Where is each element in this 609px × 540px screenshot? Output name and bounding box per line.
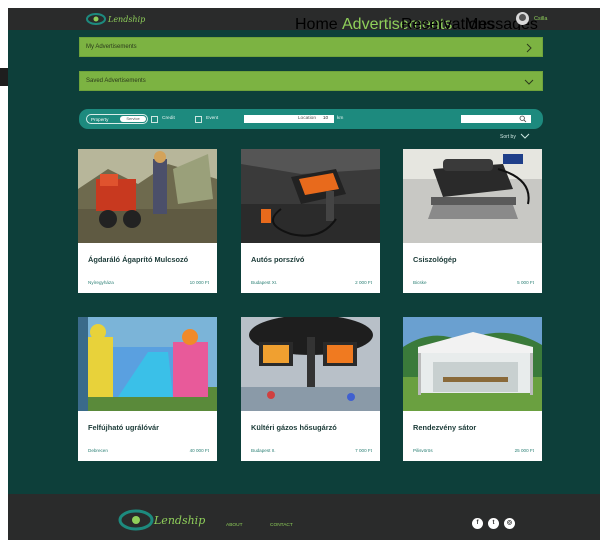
listing-title[interactable]: Felfújható ugrálóvár bbox=[88, 423, 159, 432]
twitter-icon[interactable]: t bbox=[488, 518, 499, 529]
footer-link-about[interactable]: ABOUT bbox=[226, 523, 243, 528]
listing-city: Debrecen bbox=[88, 448, 108, 453]
my-advertisements-label: My Advertisements bbox=[86, 44, 137, 50]
lendship-logo-icon bbox=[86, 13, 106, 25]
listing-city: Budapest II. bbox=[251, 448, 276, 453]
search-icon[interactable] bbox=[519, 115, 527, 123]
property-service-toggle[interactable]: Property Service bbox=[86, 114, 148, 124]
instagram-icon[interactable]: ◎ bbox=[504, 518, 515, 529]
footer-link-contact[interactable]: CONTACT bbox=[270, 523, 293, 528]
footer: Lendship ABOUT CONTACT f t ◎ bbox=[8, 494, 600, 540]
listing-price: 10 000 Ft bbox=[189, 280, 209, 285]
credit-label: Credit bbox=[162, 116, 175, 121]
search-input[interactable] bbox=[461, 115, 531, 123]
credit-checkbox[interactable] bbox=[151, 116, 158, 123]
listing-city: Nyíregyháza bbox=[88, 280, 114, 285]
listing-price: 40 000 Ft bbox=[189, 448, 209, 453]
listing-image-patio-heater[interactable] bbox=[241, 317, 380, 411]
location-input[interactable]: Location bbox=[244, 115, 319, 123]
facebook-icon[interactable]: f bbox=[472, 518, 483, 529]
listing-title[interactable]: Kültéri gázos hősugárzó bbox=[251, 423, 337, 432]
listing-card[interactable]: Ágdaráló Ágaprító Mulcsozó Nyíregyháza 1… bbox=[78, 149, 217, 293]
km-input[interactable]: 10 bbox=[317, 115, 334, 123]
header-logo[interactable]: Lendship bbox=[86, 9, 145, 29]
my-advertisements-bar[interactable]: My Advertisements bbox=[79, 37, 543, 57]
listing-title[interactable]: Autós porszívó bbox=[251, 255, 304, 264]
chevron-down-icon bbox=[524, 79, 534, 85]
listing-card[interactable]: Felfújható ugrálóvár Debrecen 40 000 Ft bbox=[78, 317, 217, 461]
listing-image-car-vacuum[interactable] bbox=[241, 149, 380, 243]
listing-title[interactable]: Ágdaráló Ágaprító Mulcsozó bbox=[88, 255, 188, 264]
listing-city: Bicske bbox=[413, 280, 427, 285]
listing-image-bouncy-castle[interactable] bbox=[78, 317, 217, 411]
toggle-property[interactable]: Property bbox=[91, 117, 108, 122]
listing-price: 25 000 Ft bbox=[514, 448, 534, 453]
top-navigation-bar: Lendship Home Advertisements Reservation… bbox=[8, 8, 600, 33]
event-label: Event bbox=[206, 116, 219, 121]
listing-card[interactable]: Autós porszívó Budapest XI. 2 000 Ft bbox=[241, 149, 380, 293]
toggle-service[interactable]: Service bbox=[120, 116, 146, 122]
listing-card[interactable]: Csiszológép Bicske 5 000 Ft bbox=[403, 149, 542, 293]
listing-price: 5 000 Ft bbox=[517, 280, 534, 285]
chevron-right-icon bbox=[526, 43, 532, 53]
sort-chevron-down-icon[interactable] bbox=[520, 132, 530, 140]
listing-price: 2 000 Ft bbox=[355, 280, 372, 285]
user-avatar[interactable] bbox=[516, 12, 529, 25]
filter-bar: Property Service Credit Event Location 1… bbox=[79, 109, 543, 129]
listing-card[interactable]: Kültéri gázos hősugárzó Budapest II. 7 0… bbox=[241, 317, 380, 461]
event-checkbox[interactable] bbox=[195, 116, 202, 123]
listing-card[interactable]: Rendezvény sátor Pilisvörös 25 000 Ft bbox=[403, 317, 542, 461]
sort-by-label[interactable]: Sort by bbox=[500, 134, 516, 140]
left-frame-tab bbox=[0, 68, 8, 86]
listing-city: Pilisvörös bbox=[413, 448, 433, 453]
username[interactable]: Csilla bbox=[534, 16, 547, 22]
footer-logo-text[interactable]: Lendship bbox=[154, 514, 205, 527]
logo-text: Lendship bbox=[108, 14, 146, 24]
listing-image-wood-chipper[interactable] bbox=[78, 149, 217, 243]
listing-title[interactable]: Csiszológép bbox=[413, 255, 457, 264]
listing-image-sander[interactable] bbox=[403, 149, 542, 243]
saved-advertisements-bar[interactable]: Saved Advertisements bbox=[79, 71, 543, 91]
listing-price: 7 000 Ft bbox=[355, 448, 372, 453]
saved-advertisements-label: Saved Advertisements bbox=[86, 78, 146, 84]
listing-title[interactable]: Rendezvény sátor bbox=[413, 423, 476, 432]
listing-city: Budapest XI. bbox=[251, 280, 278, 285]
listing-image-event-tent[interactable] bbox=[403, 317, 542, 411]
km-label: km bbox=[337, 116, 344, 121]
